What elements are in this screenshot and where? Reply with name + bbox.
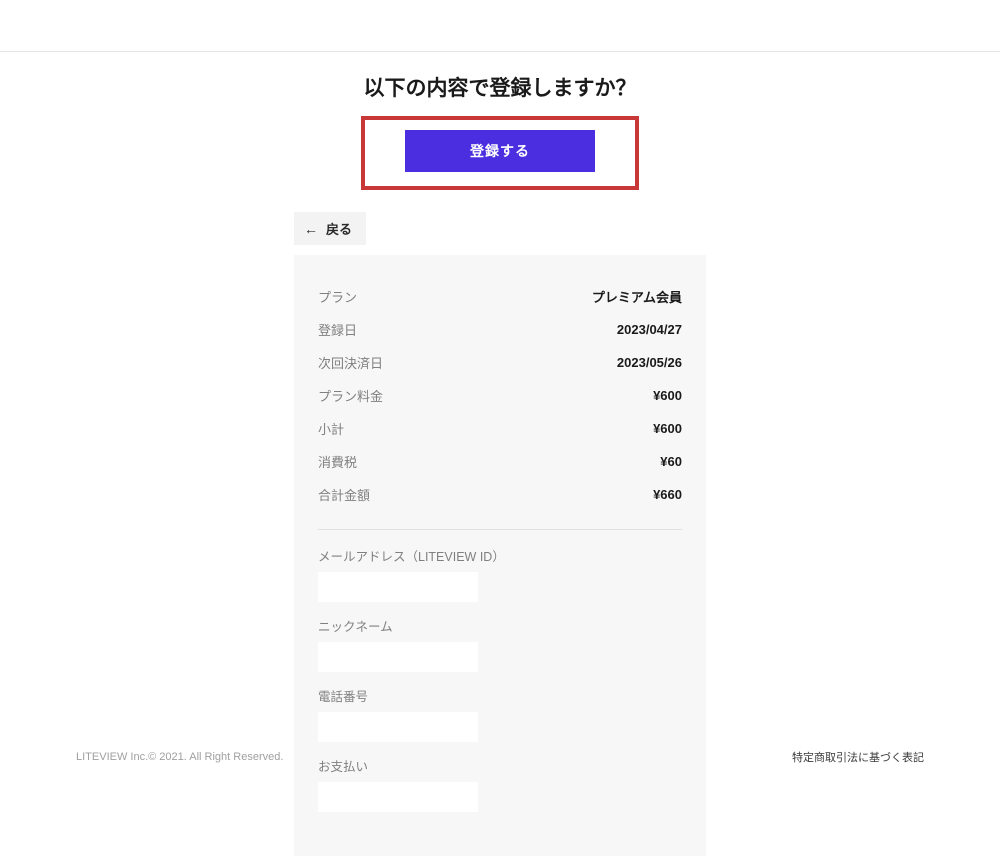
- main-content: 以下の内容で登録しますか？ 登録する ← 戻る プラン プレミアム会員 登録日 …: [0, 52, 1000, 856]
- payment-field[interactable]: [318, 782, 478, 812]
- back-button[interactable]: ← 戻る: [294, 212, 366, 245]
- highlight-box: 登録する: [361, 116, 639, 190]
- detail-value: ¥660: [653, 487, 682, 502]
- details-panel: プラン プレミアム会員 登録日 2023/04/27 次回決済日 2023/05…: [294, 255, 706, 856]
- detail-label: 次回決済日: [318, 353, 383, 372]
- form-group-email: メールアドレス（LITEVIEW ID）: [318, 546, 682, 602]
- footer-legal-link[interactable]: 特定商取引法に基づく表記: [792, 749, 924, 765]
- detail-row-next-payment: 次回決済日 2023/05/26: [318, 346, 682, 379]
- detail-row-subtotal: 小計 ¥600: [318, 412, 682, 445]
- nickname-field[interactable]: [318, 642, 478, 672]
- top-bar: [0, 0, 1000, 52]
- phone-field[interactable]: [318, 712, 478, 742]
- email-field[interactable]: [318, 572, 478, 602]
- back-container: ← 戻る: [294, 212, 706, 245]
- detail-label: 登録日: [318, 320, 357, 339]
- arrow-left-icon: ←: [304, 222, 318, 236]
- detail-value: ¥600: [653, 388, 682, 403]
- email-label: メールアドレス（LITEVIEW ID）: [318, 546, 682, 565]
- detail-row-plan: プラン プレミアム会員: [318, 280, 682, 313]
- form-group-nickname: ニックネーム: [318, 616, 682, 672]
- nickname-label: ニックネーム: [318, 616, 682, 635]
- detail-value: ¥60: [660, 454, 682, 469]
- detail-label: 消費税: [318, 452, 357, 471]
- register-button[interactable]: 登録する: [405, 130, 595, 172]
- footer-copyright: LITEVIEW Inc.© 2021. All Right Reserved.: [76, 751, 283, 763]
- detail-label: プラン料金: [318, 386, 383, 405]
- page-title: 以下の内容で登録しますか？: [364, 72, 637, 102]
- detail-row-register-date: 登録日 2023/04/27: [318, 313, 682, 346]
- back-label: 戻る: [326, 219, 352, 238]
- detail-row-plan-fee: プラン料金 ¥600: [318, 379, 682, 412]
- detail-value: 2023/04/27: [617, 322, 682, 337]
- detail-value: 2023/05/26: [617, 355, 682, 370]
- form-group-phone: 電話番号: [318, 686, 682, 742]
- detail-label: 合計金額: [318, 485, 370, 504]
- detail-row-total: 合計金額 ¥660: [318, 478, 682, 511]
- detail-label: プラン: [318, 287, 357, 306]
- detail-row-tax: 消費税 ¥60: [318, 445, 682, 478]
- divider: [318, 529, 682, 530]
- phone-label: 電話番号: [318, 686, 682, 705]
- detail-label: 小計: [318, 419, 344, 438]
- detail-value: プレミアム会員: [592, 287, 682, 306]
- footer: LITEVIEW Inc.© 2021. All Right Reserved.…: [0, 749, 1000, 765]
- detail-value: ¥600: [653, 421, 682, 436]
